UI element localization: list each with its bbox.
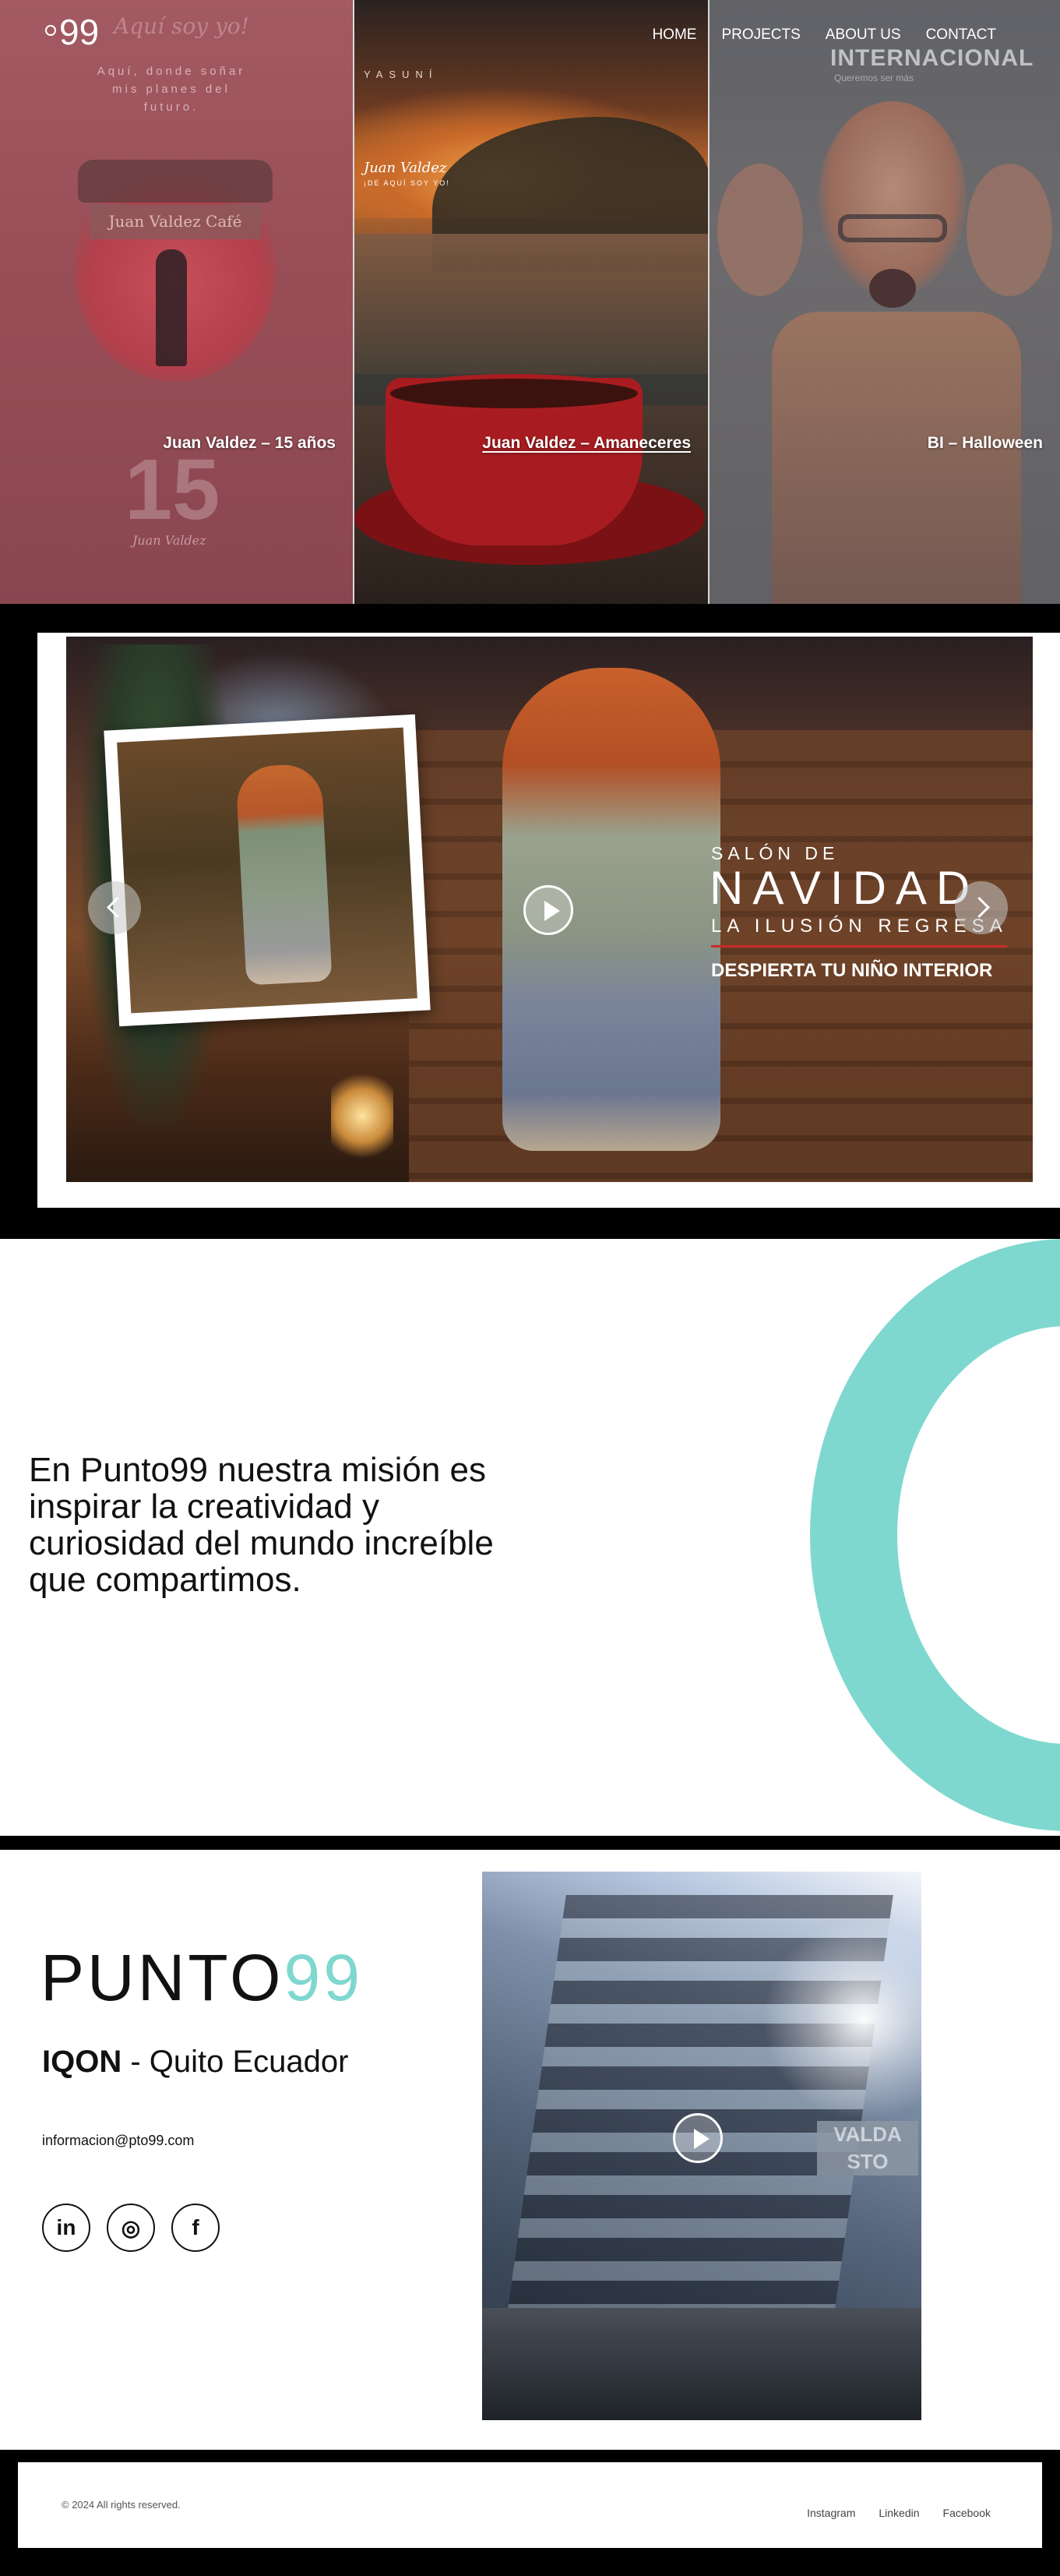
social-links: in ◎ f — [42, 2204, 220, 2252]
building-sign: VALDA STO — [817, 2121, 918, 2175]
carousel-next-button[interactable] — [955, 881, 1008, 934]
cup-rim — [386, 374, 643, 413]
brand-mark: Juan Valdez — [132, 533, 206, 548]
cup-lid-graphic — [78, 160, 273, 203]
nav-projects[interactable]: PROJECTS — [721, 26, 800, 44]
copyright-text: © 2024 All rights reserved. — [62, 2499, 181, 2511]
play-icon[interactable] — [673, 2113, 723, 2163]
nav-home[interactable]: HOME — [652, 26, 696, 44]
photo-content — [117, 727, 417, 1014]
brand-subtitle: Queremos ser más — [834, 72, 914, 83]
project-title[interactable]: Juan Valdez – 15 años — [163, 434, 336, 453]
mission-statement: En Punto99 nuestra misión es inspirar la… — [29, 1451, 494, 1599]
nav-contact[interactable]: CONTACT — [926, 26, 996, 44]
project-quote: Aquí, donde soñar mis planes del futuro. — [97, 65, 246, 114]
decorative-ring — [810, 1239, 1060, 1831]
banner-divider — [711, 945, 1007, 947]
building-video[interactable]: VALDA STO — [482, 1872, 921, 2420]
contact-email[interactable]: informacion@pto99.com — [42, 2133, 194, 2149]
site-logo[interactable]: 99 — [59, 11, 99, 53]
brand-number: 99 — [283, 1941, 363, 2014]
brand-tagline: ¡DE AQUÍ SOY YO! — [364, 179, 450, 187]
projects-strip: Aquí, donde soñar mis planes del futuro.… — [0, 0, 1060, 604]
building-base — [482, 2308, 921, 2420]
banner-headline: NAVIDAD — [710, 862, 980, 914]
sun-flare — [762, 1918, 921, 2121]
brand-word: PUNTO — [40, 1941, 284, 2014]
framed-photo — [104, 714, 431, 1027]
footer-link-facebook[interactable]: Facebook — [943, 2507, 991, 2519]
office-location: IQON - Quito Ecuador — [42, 2045, 348, 2080]
mission-section: En Punto99 nuestra misión es inspirar la… — [0, 1239, 1060, 1836]
gray-overlay — [710, 0, 1060, 604]
footer-link-instagram[interactable]: Instagram — [807, 2507, 855, 2519]
anniversary-number: 15 — [125, 442, 220, 538]
instagram-icon[interactable]: ◎ — [107, 2204, 155, 2252]
logo-dot-icon — [45, 25, 56, 36]
footer-link-linkedin[interactable]: Linkedin — [879, 2507, 919, 2519]
location-name: IQON — [42, 2045, 122, 2079]
project-title[interactable]: Juan Valdez – Amaneceres — [482, 434, 691, 453]
carousel-prev-button[interactable] — [88, 881, 141, 934]
cup-label: Juan Valdez Café — [90, 204, 261, 239]
lake — [354, 234, 708, 374]
place-name: YASUNÍ — [364, 69, 438, 80]
project-card-juan-valdez-15[interactable]: Aquí, donde soñar mis planes del futuro.… — [0, 0, 353, 604]
person-figure — [156, 249, 187, 366]
brand-logo: INTERNACIONAL — [830, 45, 1034, 71]
banner-tagline: DESPIERTA TU NIÑO INTERIOR — [711, 960, 993, 981]
play-icon[interactable] — [523, 885, 573, 935]
facebook-icon[interactable]: f — [171, 2204, 220, 2252]
project-card-juan-valdez-amaneceres[interactable]: YASUNÍ Juan Valdez ¡DE AQUÍ SOY YO! Juan… — [353, 0, 708, 604]
project-card-bi-halloween[interactable]: INTERNACIONAL Queremos ser más BI – Hall… — [708, 0, 1060, 604]
footer-links: Instagram Linkedin Facebook — [807, 2507, 991, 2519]
logo-script: Aquí soy yo! — [114, 13, 249, 39]
nav-about-us[interactable]: ABOUT US — [826, 26, 901, 44]
project-title[interactable]: BI – Halloween — [928, 434, 1043, 453]
linkedin-icon[interactable]: in — [42, 2204, 90, 2252]
brand-logo: Juan Valdez — [364, 160, 447, 176]
location-city: - Quito Ecuador — [121, 2045, 349, 2079]
brand-wordmark: PUNTO99 — [40, 1940, 363, 2016]
footer: © 2024 All rights reserved. Instagram Li… — [18, 2462, 1042, 2548]
contact-section: PUNTO99 IQON - Quito Ecuador informacion… — [0, 1850, 1060, 2450]
main-nav: HOME PROJECTS ABOUT US CONTACT — [652, 26, 996, 44]
child-figure — [235, 763, 333, 986]
lantern — [331, 1073, 393, 1159]
